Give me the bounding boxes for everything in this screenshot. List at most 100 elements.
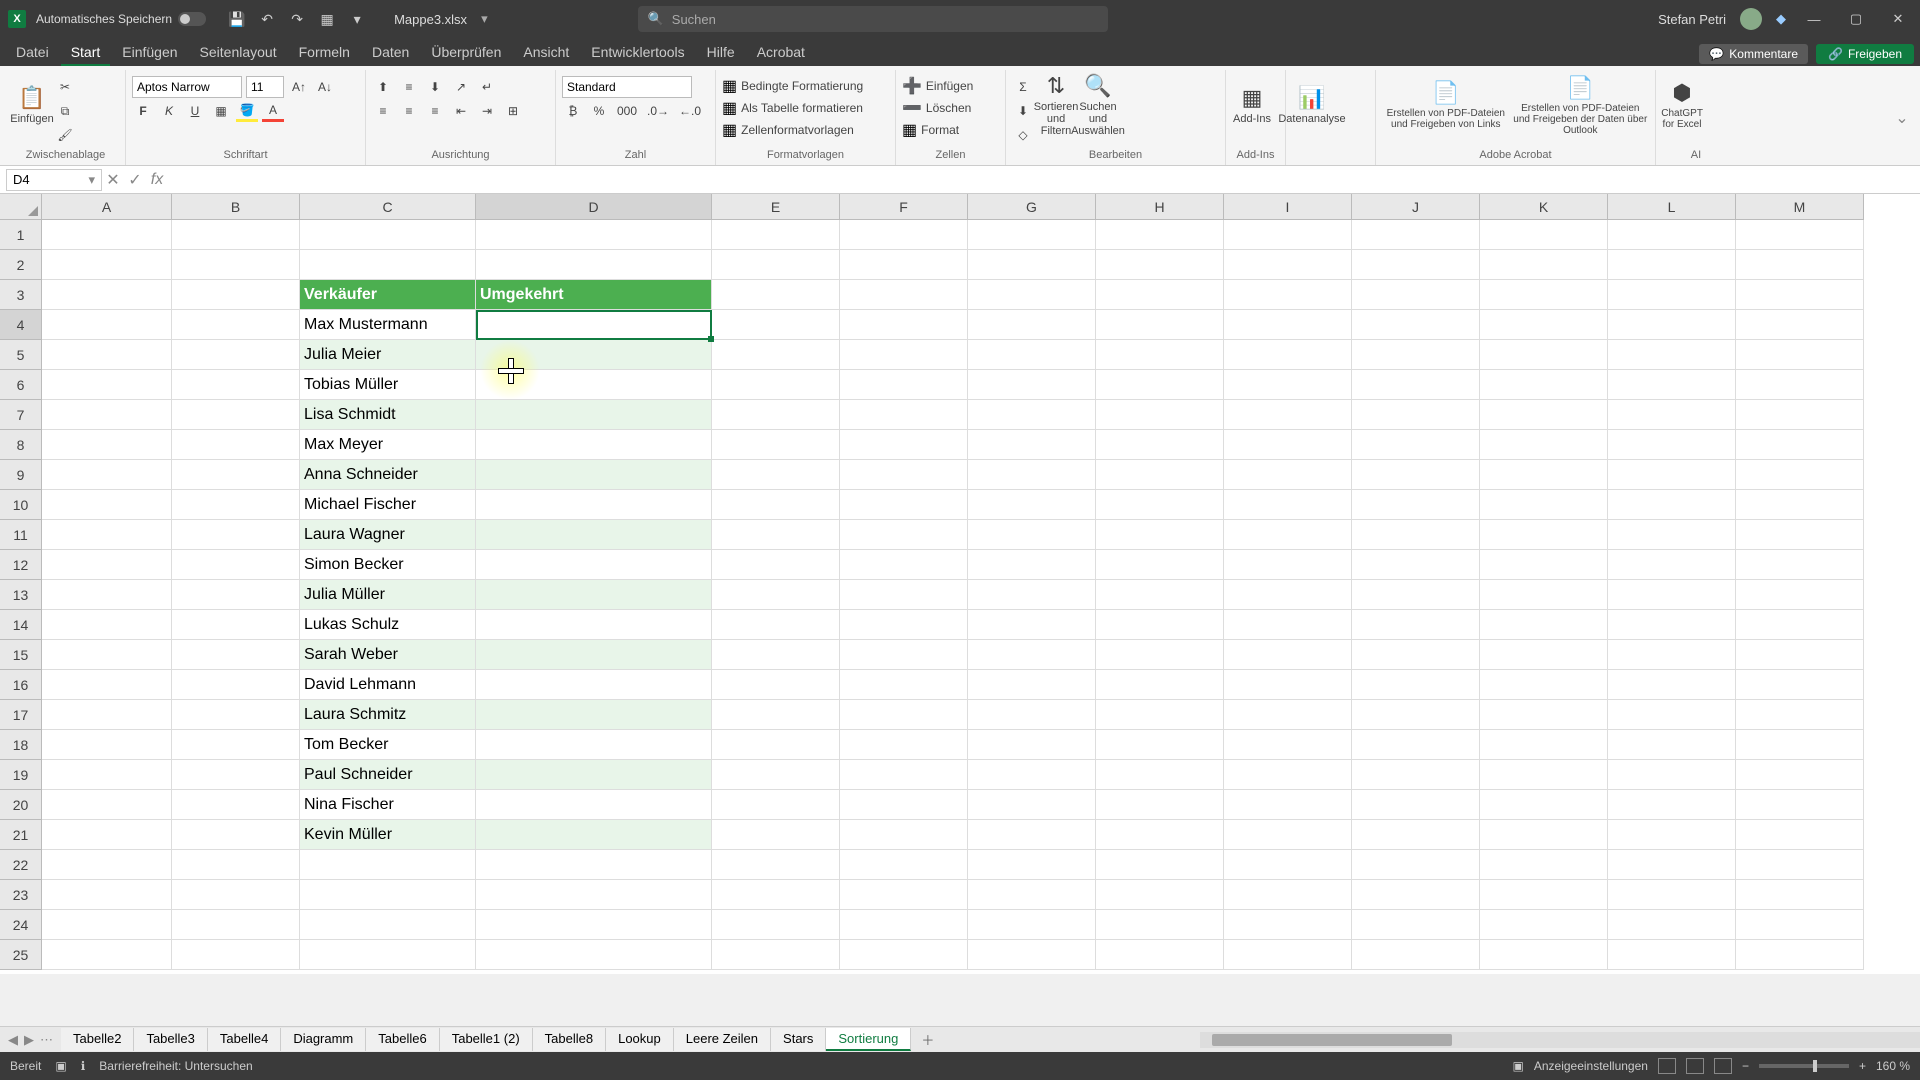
cell-M24[interactable] bbox=[1736, 910, 1864, 940]
sort-filter-button[interactable]: ⇅Sortieren und Filtern bbox=[1036, 76, 1076, 134]
tab-layout[interactable]: Seitenlayout bbox=[190, 40, 287, 66]
percent-icon[interactable]: % bbox=[588, 100, 610, 122]
tab-formulas[interactable]: Formeln bbox=[289, 40, 360, 66]
cell-M8[interactable] bbox=[1736, 430, 1864, 460]
insert-cells-button[interactable]: Einfügen bbox=[926, 79, 973, 93]
cell-J7[interactable] bbox=[1352, 400, 1480, 430]
cell-I1[interactable] bbox=[1224, 220, 1352, 250]
cell-I14[interactable] bbox=[1224, 610, 1352, 640]
cell-J15[interactable] bbox=[1352, 640, 1480, 670]
cell-J6[interactable] bbox=[1352, 370, 1480, 400]
cell-E8[interactable] bbox=[712, 430, 840, 460]
cell-D6[interactable] bbox=[476, 370, 712, 400]
cell-G18[interactable] bbox=[968, 730, 1096, 760]
cell-B13[interactable] bbox=[172, 580, 300, 610]
cell-K20[interactable] bbox=[1480, 790, 1608, 820]
cell-F20[interactable] bbox=[840, 790, 968, 820]
select-all-corner[interactable] bbox=[0, 194, 42, 220]
toggle-icon[interactable] bbox=[178, 12, 206, 26]
row-header-15[interactable]: 15 bbox=[0, 640, 42, 670]
cell-F10[interactable] bbox=[840, 490, 968, 520]
sheet-tab-leere-zeilen[interactable]: Leere Zeilen bbox=[674, 1028, 771, 1051]
cell-L2[interactable] bbox=[1608, 250, 1736, 280]
tab-insert[interactable]: Einfügen bbox=[112, 40, 187, 66]
cell-J19[interactable] bbox=[1352, 760, 1480, 790]
cell-C17[interactable]: Laura Schmitz bbox=[300, 700, 476, 730]
collapse-ribbon-icon[interactable]: ⌄ bbox=[1890, 70, 1914, 165]
column-header-D[interactable]: D bbox=[476, 194, 712, 220]
cell-H21[interactable] bbox=[1096, 820, 1224, 850]
filename-dropdown-icon[interactable]: ▾ bbox=[481, 11, 488, 27]
cell-G6[interactable] bbox=[968, 370, 1096, 400]
cell-J9[interactable] bbox=[1352, 460, 1480, 490]
cell-K25[interactable] bbox=[1480, 940, 1608, 970]
cell-K4[interactable] bbox=[1480, 310, 1608, 340]
cell-B20[interactable] bbox=[172, 790, 300, 820]
align-left-icon[interactable]: ≡ bbox=[372, 100, 394, 122]
cell-C10[interactable]: Michael Fischer bbox=[300, 490, 476, 520]
avatar[interactable] bbox=[1740, 8, 1762, 30]
cell-M22[interactable] bbox=[1736, 850, 1864, 880]
cell-J8[interactable] bbox=[1352, 430, 1480, 460]
cell-E19[interactable] bbox=[712, 760, 840, 790]
tab-data[interactable]: Daten bbox=[362, 40, 419, 66]
delete-cells-icon[interactable]: ➖ bbox=[902, 98, 922, 118]
macro-record-icon[interactable]: ▣ bbox=[55, 1059, 66, 1073]
row-header-13[interactable]: 13 bbox=[0, 580, 42, 610]
cell-L18[interactable] bbox=[1608, 730, 1736, 760]
undo-icon[interactable]: ↶ bbox=[258, 10, 276, 28]
cell-E24[interactable] bbox=[712, 910, 840, 940]
cell-I5[interactable] bbox=[1224, 340, 1352, 370]
cell-F2[interactable] bbox=[840, 250, 968, 280]
cell-F4[interactable] bbox=[840, 310, 968, 340]
cell-B25[interactable] bbox=[172, 940, 300, 970]
column-header-A[interactable]: A bbox=[42, 194, 172, 220]
cell-H5[interactable] bbox=[1096, 340, 1224, 370]
cell-A13[interactable] bbox=[42, 580, 172, 610]
cell-D22[interactable] bbox=[476, 850, 712, 880]
cell-A15[interactable] bbox=[42, 640, 172, 670]
merge-icon[interactable]: ⊞ bbox=[502, 100, 524, 122]
cell-F15[interactable] bbox=[840, 640, 968, 670]
cell-K11[interactable] bbox=[1480, 520, 1608, 550]
zoom-in-icon[interactable]: + bbox=[1859, 1059, 1866, 1073]
italic-icon[interactable]: K bbox=[158, 100, 180, 122]
horizontal-scrollbar[interactable] bbox=[1200, 1032, 1920, 1048]
cell-G3[interactable] bbox=[968, 280, 1096, 310]
zoom-value[interactable]: 160 % bbox=[1876, 1059, 1910, 1073]
share-button[interactable]: 🔗 Freigeben bbox=[1816, 44, 1914, 64]
cell-K23[interactable] bbox=[1480, 880, 1608, 910]
qat-more-icon[interactable]: ▦ bbox=[318, 10, 336, 28]
cell-E7[interactable] bbox=[712, 400, 840, 430]
cell-E11[interactable] bbox=[712, 520, 840, 550]
column-header-M[interactable]: M bbox=[1736, 194, 1864, 220]
cell-A6[interactable] bbox=[42, 370, 172, 400]
cell-A16[interactable] bbox=[42, 670, 172, 700]
cell-J2[interactable] bbox=[1352, 250, 1480, 280]
cell-M18[interactable] bbox=[1736, 730, 1864, 760]
underline-icon[interactable]: U bbox=[184, 100, 206, 122]
cell-M20[interactable] bbox=[1736, 790, 1864, 820]
cell-B6[interactable] bbox=[172, 370, 300, 400]
cell-C18[interactable]: Tom Becker bbox=[300, 730, 476, 760]
cell-A3[interactable] bbox=[42, 280, 172, 310]
cell-B4[interactable] bbox=[172, 310, 300, 340]
cell-J23[interactable] bbox=[1352, 880, 1480, 910]
cell-G19[interactable] bbox=[968, 760, 1096, 790]
align-right-icon[interactable]: ≡ bbox=[424, 100, 446, 122]
row-header-16[interactable]: 16 bbox=[0, 670, 42, 700]
formula-input[interactable] bbox=[168, 169, 1920, 191]
row-header-4[interactable]: 4 bbox=[0, 310, 42, 340]
cell-D7[interactable] bbox=[476, 400, 712, 430]
cell-L24[interactable] bbox=[1608, 910, 1736, 940]
tab-file[interactable]: Datei bbox=[6, 40, 59, 66]
sheet-tab-diagramm[interactable]: Diagramm bbox=[281, 1028, 366, 1051]
scrollbar-thumb[interactable] bbox=[1212, 1034, 1452, 1046]
status-display-settings[interactable]: Anzeigeeinstellungen bbox=[1534, 1059, 1648, 1073]
cell-D19[interactable] bbox=[476, 760, 712, 790]
cell-J16[interactable] bbox=[1352, 670, 1480, 700]
cell-B19[interactable] bbox=[172, 760, 300, 790]
autosave-toggle[interactable]: Automatisches Speichern bbox=[36, 12, 206, 26]
cell-D1[interactable] bbox=[476, 220, 712, 250]
cell-L14[interactable] bbox=[1608, 610, 1736, 640]
